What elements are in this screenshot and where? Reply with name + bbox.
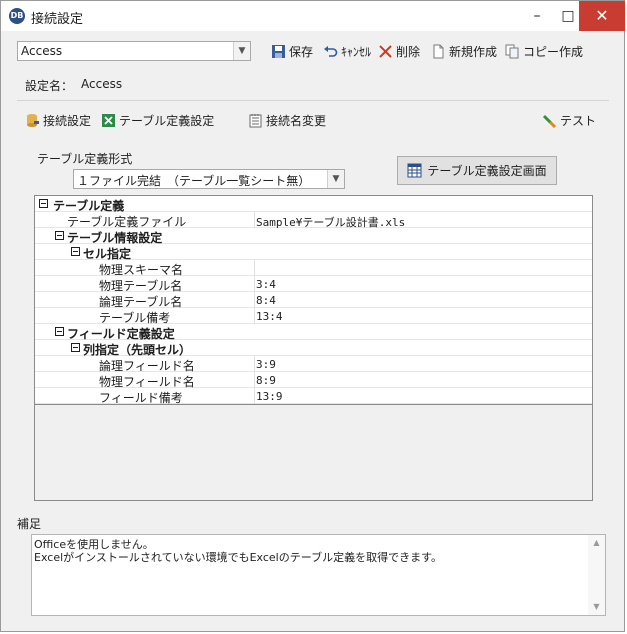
copy-label: コピー作成 [523,45,584,59]
grid-row-physical-field[interactable]: 物理フィールド名 8:9 [35,372,592,389]
grid-divider [254,292,255,308]
grid-row-physical-table[interactable]: 物理テーブル名 3:4 [35,276,592,293]
cancel-label: ｷｬﾝｾﾙ [341,45,372,59]
tab-connection-label: 接続設定 [43,114,92,128]
grid-category-cell-spec[interactable]: セル指定 [35,244,592,261]
grid-category-table-info[interactable]: テーブル情報設定 [35,228,592,245]
collapse-icon[interactable] [71,343,80,352]
app-icon: DB [9,8,25,24]
grid-row-table-remarks[interactable]: テーブル備考 13:4 [35,308,592,325]
grid-row-value[interactable]: 8:9 [256,374,276,387]
table-format-label: テーブル定義形式 [37,152,133,166]
connection-select[interactable]: Access ▼ [17,41,251,61]
test-label: テスト [560,114,597,128]
tab-rename[interactable]: 接続名変更 [248,112,326,129]
grid-row-logical-table[interactable]: 論理テーブル名 8:4 [35,292,592,309]
grid-divider [254,372,255,388]
table-def-settings-label: テーブル定義設定画面 [427,164,547,178]
setting-name-label: 設定名： [25,79,74,93]
grid-row-value[interactable]: 13:9 [256,390,283,403]
delete-button[interactable]: 削除 [378,43,420,60]
notepad-icon [249,114,262,128]
collapse-icon[interactable] [55,231,64,240]
grid-divider [254,356,255,372]
memo-line: Excelがインストールされていない環境でもExcelのテーブル定義を取得できま… [34,551,442,564]
grid-row-value[interactable]: 3:4 [256,278,276,291]
title-bar[interactable]: DB 接続設定 – □ ✕ [1,1,625,31]
grid-divider [254,276,255,292]
test-icon [542,114,557,128]
chevron-down-icon[interactable]: ▼ [327,170,344,188]
property-grid[interactable]: テーブル定義 テーブル定義ファイル Sample¥テーブル設計書.xls テーブ… [34,195,593,501]
new-label: 新規作成 [449,45,498,59]
collapse-icon[interactable] [39,199,48,208]
save-button[interactable]: 保存 [271,43,313,60]
grid-row-value[interactable]: 3:9 [256,358,276,371]
tab-rename-label: 接続名変更 [266,114,327,128]
save-label: 保存 [289,45,314,59]
grid-divider [254,388,255,404]
grid-row-value[interactable]: 13:4 [256,310,283,323]
grid-divider [254,308,255,324]
collapse-icon[interactable] [55,327,64,336]
new-button[interactable]: 新規作成 [431,43,497,60]
tab-connection[interactable]: 接続設定 [25,112,91,129]
undo-icon [324,46,338,57]
table-format-value: １ファイル完結 （テーブル一覧シート無） [77,174,311,188]
memo-textarea[interactable]: Officeを使用しません。 Excelがインストールされていない環境でもExc… [31,534,606,616]
grid-category-column-spec[interactable]: 列指定（先頭セル） [35,340,592,357]
grid-row-physical-schema[interactable]: 物理スキーマ名 [35,260,592,277]
divider [17,100,609,101]
window-title: 接続設定 [31,12,84,27]
table-format-select[interactable]: １ファイル完結 （テーブル一覧シート無） ▼ [73,169,345,189]
cancel-button[interactable]: ｷｬﾝｾﾙ [323,43,371,60]
connection-select-value: Access [21,44,63,58]
grid-row-logical-field[interactable]: 論理フィールド名 3:9 [35,356,592,373]
property-grid-body: テーブル定義 テーブル定義ファイル Sample¥テーブル設計書.xls テーブ… [35,196,592,405]
scroll-down-icon[interactable]: ▼ [588,599,605,615]
delete-label: 削除 [396,45,421,59]
chevron-down-icon[interactable]: ▼ [233,42,250,60]
database-key-icon [27,114,39,127]
memo-label: 補足 [17,517,42,531]
setting-name-value: Access [81,77,123,91]
new-document-icon [433,44,444,59]
copy-button[interactable]: コピー作成 [505,43,583,60]
grid-row-field-remarks[interactable]: フィールド備考 13:9 [35,388,592,405]
excel-icon [102,114,115,127]
table-def-settings-button[interactable]: テーブル定義設定画面 [397,156,557,185]
tab-table-def-label: テーブル定義設定 [119,114,215,128]
copy-icon [505,44,519,59]
test-button[interactable]: テスト [542,112,596,129]
grid-row-table-def-file[interactable]: テーブル定義ファイル Sample¥テーブル設計書.xls [35,212,592,229]
tab-table-def[interactable]: テーブル定義設定 [101,112,214,129]
delete-icon [379,45,392,58]
connection-settings-window: DB 接続設定 – □ ✕ Access ▼ 保存 ｷｬﾝｾﾙ 削除 新規作成 … [0,0,625,632]
grid-row-name: フィールド備考 [99,391,183,405]
scroll-up-icon[interactable]: ▲ [588,535,605,551]
grid-category-field-def[interactable]: フィールド定義設定 [35,324,592,341]
table-grid-icon [407,163,422,178]
grid-divider [254,260,255,276]
collapse-icon[interactable] [71,247,80,256]
grid-category-table-def[interactable]: テーブル定義 [35,196,592,213]
close-button[interactable]: ✕ [579,1,625,31]
grid-row-value[interactable]: 8:4 [256,294,276,307]
grid-divider [254,212,255,228]
save-icon [272,45,285,58]
vertical-scrollbar[interactable]: ▲ ▼ [588,535,605,615]
